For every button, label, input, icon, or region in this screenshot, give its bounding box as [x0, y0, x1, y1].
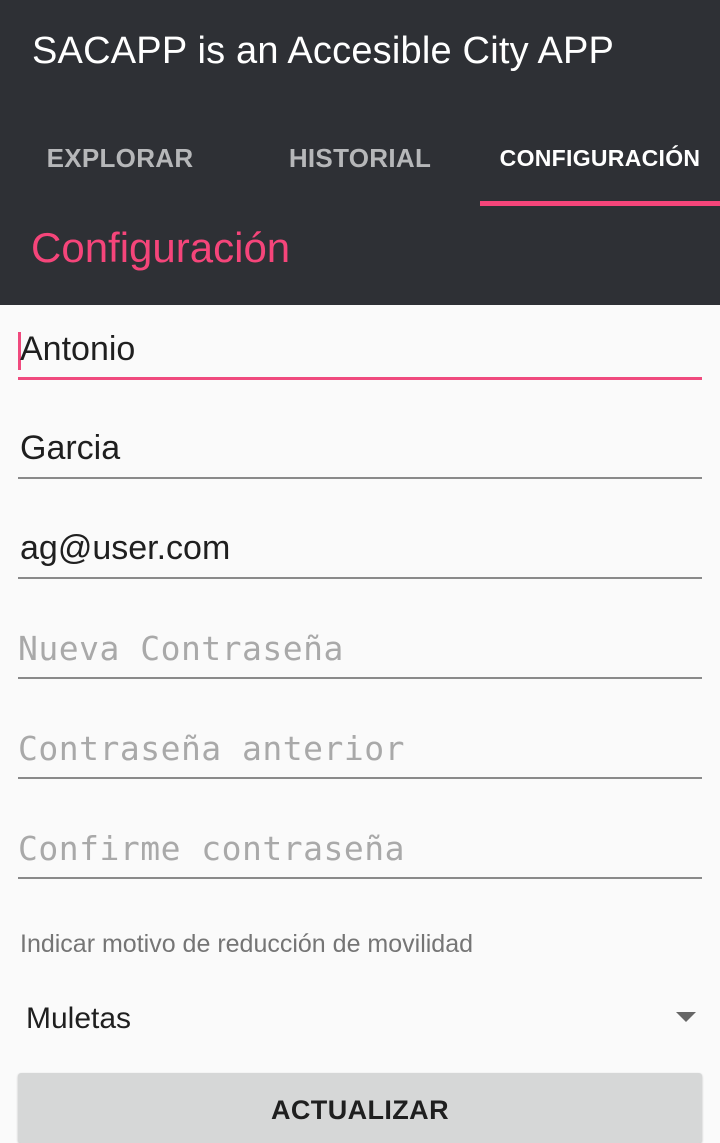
- update-button-label: ACTUALIZAR: [271, 1094, 449, 1125]
- first-name-field[interactable]: Antonio: [18, 324, 702, 380]
- page-title: Configuración: [31, 224, 291, 271]
- old-password-field[interactable]: Contraseña anterior: [18, 723, 702, 779]
- tab-historial[interactable]: HISTORIAL: [240, 112, 480, 206]
- app-bar: SACAPP is an Accesible City APP EXPLORAR…: [0, 0, 720, 206]
- dropdown-arrow-icon: [676, 1012, 696, 1022]
- tab-bar: EXPLORAR HISTORIAL CONFIGURACIÓN: [0, 112, 720, 206]
- tab-label: HISTORIAL: [288, 142, 432, 173]
- mobility-reason-label: Indicar motivo de reducción de movilidad: [20, 930, 474, 958]
- old-password-placeholder: Contraseña anterior: [18, 729, 405, 768]
- last-name-field[interactable]: Garcia: [18, 423, 702, 479]
- new-password-placeholder: Nueva Contraseña: [18, 629, 344, 668]
- confirm-password-field[interactable]: Confirme contraseña: [18, 823, 702, 879]
- email-field[interactable]: ag@user.com: [18, 523, 702, 579]
- first-name-value: Antonio: [20, 330, 136, 368]
- update-button[interactable]: ACTUALIZAR: [18, 1073, 702, 1143]
- email-value: ag@user.com: [20, 529, 231, 567]
- tab-configuracion[interactable]: CONFIGURACIÓN: [480, 112, 720, 206]
- mobility-reason-select[interactable]: Muletas: [18, 990, 702, 1048]
- confirm-password-placeholder: Confirme contraseña: [18, 829, 405, 868]
- mobility-reason-value: Muletas: [26, 1002, 132, 1035]
- tab-label: CONFIGURACIÓN: [499, 144, 701, 171]
- new-password-field[interactable]: Nueva Contraseña: [18, 623, 702, 679]
- app-title: SACAPP is an Accesible City APP: [32, 30, 615, 72]
- tab-explorar[interactable]: EXPLORAR: [0, 112, 240, 206]
- tab-label: EXPLORAR: [46, 142, 194, 173]
- last-name-value: Garcia: [20, 429, 121, 467]
- section-header: Configuración: [0, 206, 720, 305]
